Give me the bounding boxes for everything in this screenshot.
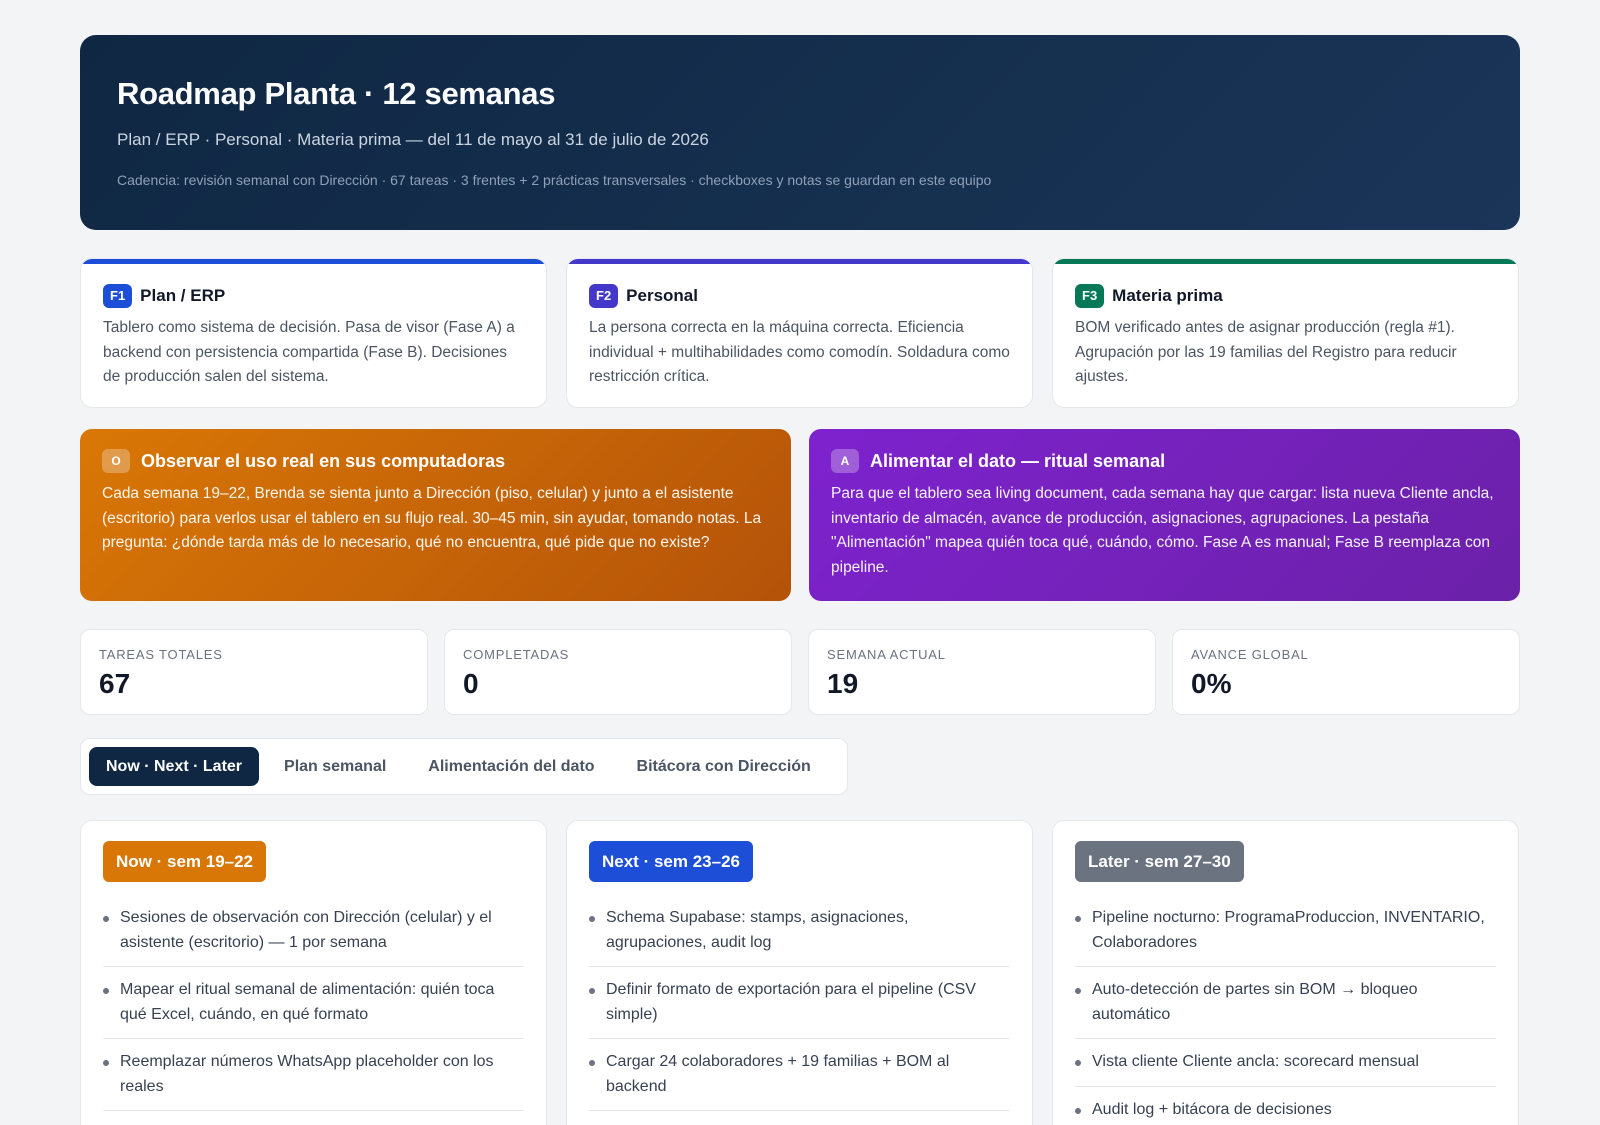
tab-alimentacion-del-dato[interactable]: Alimentación del dato: [411, 747, 611, 786]
now-next-later-board: Now · sem 19–22 Sesiones de observación …: [80, 820, 1520, 1125]
page-subtitle: Plan / ERP · Personal · Materia prima — …: [117, 130, 709, 149]
front-card-personal: F2 Personal La persona correcta en la má…: [566, 258, 1033, 408]
list-item[interactable]: Pipeline nocturno: ProgramaProduccion, I…: [1075, 906, 1496, 967]
stat-avance-global: Avance global 0%: [1172, 629, 1520, 715]
front-badge: F3: [1075, 284, 1105, 308]
front-description: BOM verificado antes de asignar producci…: [1075, 319, 1457, 385]
practice-title: Alimentar el dato — ritual semanal: [870, 450, 1166, 471]
front-badge: F1: [103, 284, 133, 308]
tab-bitacora-con-direccion[interactable]: Bitácora con Dirección: [620, 747, 828, 786]
front-description: La persona correcta en la máquina correc…: [589, 319, 1010, 385]
tab-plan-semanal[interactable]: Plan semanal: [267, 747, 403, 786]
task-list: Sesiones de observación con Dirección (c…: [103, 906, 524, 1111]
stat-tareas-totales: Tareas totales 67: [80, 629, 428, 715]
list-item[interactable]: Audit log + bitácora de decisiones: [1075, 1098, 1496, 1125]
stat-label: Completadas: [463, 647, 570, 662]
practice-description: Para que el tablero sea living document,…: [831, 485, 1494, 576]
list-item[interactable]: Reemplazar números WhatsApp placeholder …: [103, 1050, 524, 1111]
list-item[interactable]: Definir formato de exportación para el p…: [589, 978, 1010, 1039]
stat-semana-actual: Semana actual 19: [808, 629, 1156, 715]
column-header: Later · sem 27–30: [1075, 841, 1244, 882]
practice-card-observar: O Observar el uso real en sus computador…: [80, 429, 791, 601]
front-card-materia-prima: F3 Materia prima BOM verificado antes de…: [1052, 258, 1519, 408]
column-now: Now · sem 19–22 Sesiones de observación …: [80, 820, 547, 1125]
column-next: Next · sem 23–26 Schema Supabase: stamps…: [566, 820, 1033, 1125]
list-item[interactable]: Schema Supabase: stamps, asignaciones, a…: [589, 906, 1010, 967]
front-accent-bar: [1053, 259, 1518, 264]
list-item[interactable]: Vista cliente Cliente ancla: scorecard m…: [1075, 1050, 1496, 1087]
practice-card-alimentar: A Alimentar el dato — ritual semanal Par…: [809, 429, 1520, 601]
task-list: Pipeline nocturno: ProgramaProduccion, I…: [1075, 906, 1496, 1125]
page-title: Roadmap Planta · 12 semanas: [117, 76, 556, 111]
stat-value: 67: [99, 668, 131, 699]
front-badge: F2: [589, 284, 619, 308]
tab-now-next-later[interactable]: Now · Next · Later: [89, 747, 260, 786]
stat-value: 0: [463, 668, 479, 699]
practice-badge: O: [102, 449, 130, 473]
front-card-plan-erp: F1 Plan / ERP Tablero como sistema de de…: [80, 258, 547, 408]
column-header: Next · sem 23–26: [589, 841, 753, 882]
stats-row: Tareas totales 67 Completadas 0 Semana a…: [80, 629, 1520, 715]
stat-label: Semana actual: [827, 647, 946, 662]
practices-row: O Observar el uso real en sus computador…: [80, 429, 1520, 601]
stat-label: Avance global: [1191, 647, 1309, 662]
header-banner: Roadmap Planta · 12 semanas Plan / ERP ·…: [80, 35, 1520, 230]
stat-label: Tareas totales: [99, 647, 223, 662]
front-accent-bar: [81, 259, 546, 264]
stat-completadas: Completadas 0: [444, 629, 792, 715]
front-title: Materia prima: [1112, 286, 1223, 305]
practice-badge: A: [831, 449, 859, 473]
list-item[interactable]: Mapear el ritual semanal de alimentación…: [103, 978, 524, 1039]
practice-title: Observar el uso real en sus computadoras: [141, 450, 506, 471]
front-description: Tablero como sistema de decisión. Pasa d…: [103, 319, 515, 385]
stat-value: 0%: [1191, 668, 1232, 699]
column-later: Later · sem 27–30 Pipeline nocturno: Pro…: [1052, 820, 1519, 1125]
front-title: Plan / ERP: [140, 286, 226, 305]
front-accent-bar: [567, 259, 1032, 264]
page-meta: Cadencia: revisión semanal con Dirección…: [117, 172, 992, 188]
list-item[interactable]: Auto-detección de partes sin BOM → bloqu…: [1075, 978, 1496, 1039]
stat-value: 19: [827, 668, 859, 699]
practice-description: Cada semana 19–22, Brenda se sienta junt…: [102, 485, 762, 551]
list-item[interactable]: Cargar 24 colaboradores + 19 familias + …: [589, 1050, 1010, 1111]
front-title: Personal: [626, 286, 698, 305]
task-list: Schema Supabase: stamps, asignaciones, a…: [589, 906, 1010, 1111]
fronts-row: F1 Plan / ERP Tablero como sistema de de…: [80, 258, 1520, 408]
column-header: Now · sem 19–22: [103, 841, 267, 882]
view-tabs: Now · Next · Later Plan semanal Alimenta…: [80, 738, 848, 795]
list-item[interactable]: Sesiones de observación con Dirección (c…: [103, 906, 524, 967]
